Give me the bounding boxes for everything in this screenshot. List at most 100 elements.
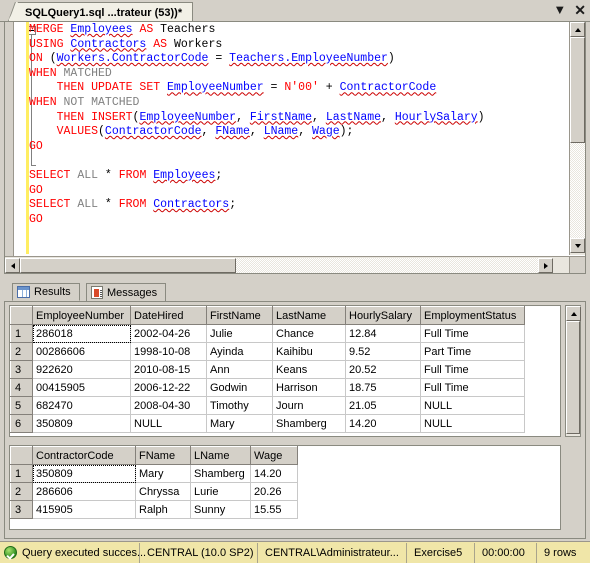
scroll-down-button[interactable] [570, 238, 585, 253]
table-cell[interactable]: Ayinda [206, 342, 273, 361]
table-cell[interactable]: Mary [206, 414, 273, 433]
column-header[interactable]: FirstName [206, 306, 273, 325]
chevron-down-icon[interactable]: ▼ [553, 3, 566, 17]
editor-hscroll-thumb[interactable] [20, 257, 236, 273]
table-cell[interactable]: 20.52 [345, 360, 421, 379]
row-number-header[interactable]: 3 [10, 360, 33, 379]
column-header[interactable]: HourlySalary [345, 306, 421, 325]
table-cell[interactable]: Lurie [190, 482, 251, 501]
table-cell[interactable]: 14.20 [345, 414, 421, 433]
table-row[interactable]: 1 286018 2002-04-26 Julie Chance 12.84 Full Ti… [10, 324, 525, 343]
employees-grid-vertical-scrollbar[interactable] [565, 305, 581, 437]
table-cell[interactable]: NULL [420, 414, 525, 433]
table-cell[interactable]: Ann [206, 360, 273, 379]
table-row[interactable]: 3 922620 2010-08-15 Ann Keans 20.52 Full Time [10, 360, 525, 379]
table-cell[interactable]: 922620 [32, 360, 131, 379]
tab-messages[interactable]: Messages [86, 283, 167, 301]
row-number-header[interactable]: 2 [10, 482, 33, 501]
table-cell[interactable]: Harrison [272, 378, 346, 397]
table-row[interactable]: 4 00415905 2006-12-22 Godwin Harrison 18.75 Fu… [10, 378, 525, 397]
select-all-corner[interactable] [10, 306, 33, 325]
table-cell[interactable]: Ralph [135, 500, 191, 519]
table-cell[interactable]: 9.52 [345, 342, 421, 361]
table-cell[interactable]: NULL [420, 396, 525, 415]
table-cell[interactable]: Keans [272, 360, 346, 379]
table-cell[interactable]: Godwin [206, 378, 273, 397]
close-icon[interactable]: ✕ [574, 3, 586, 17]
table-cell[interactable]: 2002-04-26 [130, 324, 207, 343]
table-cell[interactable]: Kaihibu [272, 342, 346, 361]
scroll-left-button[interactable] [5, 257, 20, 273]
editor-vertical-scrollbar[interactable] [569, 22, 585, 255]
sql-code-text[interactable]: MERGE Employees AS Teachers USING Contrac… [29, 23, 561, 253]
row-number-header[interactable]: 1 [10, 324, 33, 343]
table-cell[interactable]: 00286606 [32, 342, 131, 361]
table-cell[interactable]: 415905 [32, 500, 136, 519]
table-cell[interactable]: 21.05 [345, 396, 421, 415]
table-cell[interactable]: Timothy [206, 396, 273, 415]
table-cell[interactable]: NULL [130, 414, 207, 433]
column-header[interactable]: EmploymentStatus [420, 306, 525, 325]
table-cell[interactable]: 286606 [32, 482, 136, 501]
table-cell[interactable]: 2008-04-30 [130, 396, 207, 415]
table-cell[interactable]: 18.75 [345, 378, 421, 397]
scroll-right-button[interactable] [538, 257, 553, 273]
table-cell[interactable]: Full Time [420, 378, 525, 397]
row-number-header[interactable]: 4 [10, 378, 33, 397]
editor-hscroll-track[interactable] [236, 257, 538, 273]
table-row[interactable]: 3 415905 Ralph Sunny 15.55 [10, 500, 298, 519]
table-cell[interactable]: 15.55 [250, 500, 298, 519]
tab-results[interactable]: Results [12, 283, 80, 301]
grid-vscroll-thumb[interactable] [566, 321, 580, 434]
row-number-header[interactable]: 5 [10, 396, 33, 415]
column-header[interactable]: DateHired [130, 306, 207, 325]
sql-editor-pane[interactable]: MERGE Employees AS Teachers USING Contrac… [4, 22, 586, 274]
editor-horizontal-scrollbar[interactable] [5, 256, 570, 273]
table-cell[interactable]: 286018 [32, 324, 131, 343]
table-row[interactable]: 5 682470 2008-04-30 Timothy Journ 21.05 NULL [10, 396, 525, 415]
table-cell[interactable]: 12.84 [345, 324, 421, 343]
table-cell[interactable]: Mary [135, 464, 191, 483]
table-cell[interactable]: 2006-12-22 [130, 378, 207, 397]
table-row[interactable]: 2 00286606 1998-10-08 Ayinda Kaihibu 9.52 Part… [10, 342, 525, 361]
column-header[interactable]: ContractorCode [32, 446, 136, 465]
row-number-header[interactable]: 1 [10, 464, 33, 483]
table-row[interactable]: 2 286606 Chryssa Lurie 20.26 [10, 482, 298, 501]
column-header[interactable]: Wage [250, 446, 298, 465]
column-header[interactable]: FName [135, 446, 191, 465]
tab-sqlquery1[interactable]: SQLQuery1.sql ...trateur (53))* [8, 2, 194, 21]
table-cell[interactable]: 350809 [32, 414, 131, 433]
table-cell[interactable]: 20.26 [250, 482, 298, 501]
table-cell[interactable]: Journ [272, 396, 346, 415]
column-header[interactable]: EmployeeNumber [32, 306, 131, 325]
scroll-up-button[interactable] [570, 22, 585, 37]
table-cell[interactable]: Chance [272, 324, 346, 343]
table-cell[interactable]: 1998-10-08 [130, 342, 207, 361]
select-all-corner[interactable] [10, 446, 33, 465]
employees-result-grid[interactable]: EmployeeNumber DateHired FirstName LastName… [9, 305, 561, 437]
column-header[interactable]: LastName [272, 306, 346, 325]
row-number-header[interactable]: 3 [10, 500, 33, 519]
table-cell[interactable]: 350809 [32, 464, 136, 483]
table-cell[interactable]: Sunny [190, 500, 251, 519]
table-cell[interactable]: Part Time [420, 342, 525, 361]
editor-vscroll-track[interactable] [570, 143, 585, 238]
table-cell[interactable]: Chryssa [135, 482, 191, 501]
table-cell[interactable]: 2010-08-15 [130, 360, 207, 379]
table-cell[interactable]: 00415905 [32, 378, 131, 397]
contractors-result-grid[interactable]: ContractorCode FName LName Wage 1 350809 Mary S… [9, 445, 561, 530]
table-cell[interactable]: Shamberg [190, 464, 251, 483]
table-cell[interactable]: Shamberg [272, 414, 346, 433]
table-cell[interactable]: 682470 [32, 396, 131, 415]
table-cell[interactable]: Julie [206, 324, 273, 343]
table-cell[interactable]: Full Time [420, 360, 525, 379]
row-number-header[interactable]: 2 [10, 342, 33, 361]
row-number-header[interactable]: 6 [10, 414, 33, 433]
table-cell[interactable]: Full Time [420, 324, 525, 343]
table-row[interactable]: 6 350809 NULL Mary Shamberg 14.20 NULL [10, 414, 525, 433]
editor-vscroll-thumb[interactable] [570, 37, 585, 143]
table-cell[interactable]: 14.20 [250, 464, 298, 483]
table-row[interactable]: 1 350809 Mary Shamberg 14.20 [10, 464, 298, 483]
grid-scroll-up-button[interactable] [566, 306, 581, 321]
column-header[interactable]: LName [190, 446, 251, 465]
